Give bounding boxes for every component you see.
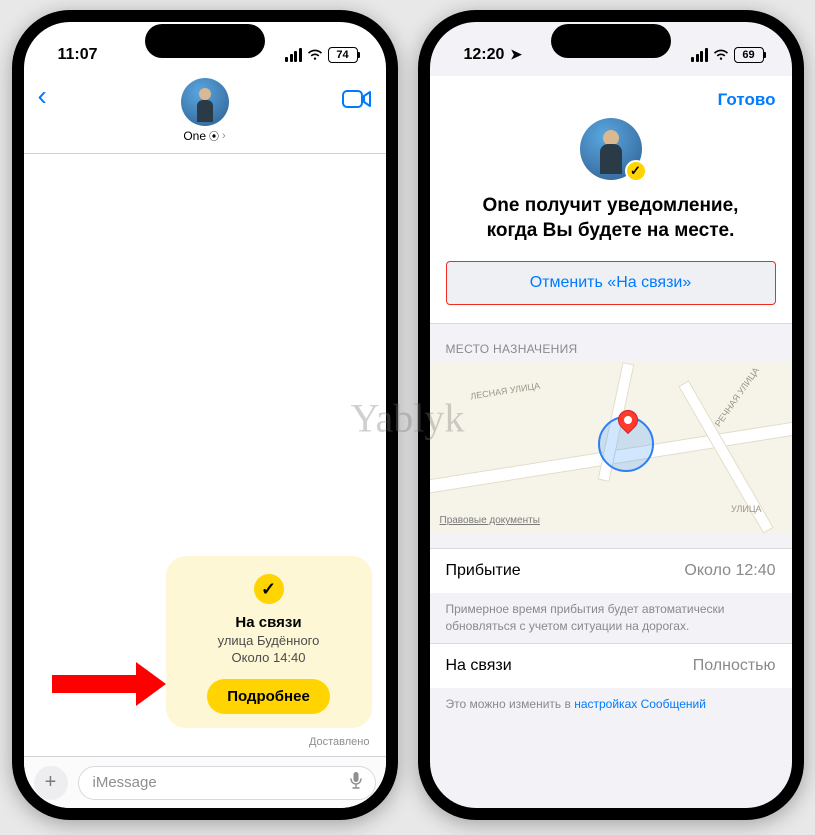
checkin-sheet-header: Готово ✓ One получит уведомление, когда … [430, 76, 792, 324]
input-placeholder: iMessage [93, 774, 157, 791]
battery-icon: 69 [734, 47, 764, 63]
checkin-card: ✓ На связи улица Будённого Около 14:40 П… [166, 556, 372, 728]
card-eta: Около 14:40 [232, 650, 306, 665]
phone-left: 11:07 74 ‹ One ⦿ › [12, 10, 398, 820]
chevron-right-icon: › [222, 130, 226, 142]
verified-icon: ⦿ [209, 128, 219, 143]
map-street-label: РЕЧНАЯ УЛИЦА [712, 366, 760, 429]
phone-right: 12:20 ➤ 69 Готово ✓ One получит уведомле… [418, 10, 804, 820]
arrival-value: Около 12:40 [684, 562, 775, 580]
battery-icon: 74 [328, 47, 358, 63]
chat-body: ✓ На связи улица Будённого Около 14:40 П… [24, 154, 386, 756]
cancel-checkin-button[interactable]: Отменить «На связи» [446, 261, 776, 305]
arrival-note: Примерное время прибытия будет автоматич… [430, 593, 792, 643]
map-legal-link[interactable]: Правовые документы [440, 515, 540, 526]
location-icon: ➤ [506, 46, 522, 62]
annotation-arrow [52, 662, 166, 706]
message-input[interactable]: iMessage [78, 766, 376, 800]
contact-header[interactable]: One ⦿ › [181, 78, 229, 143]
cellular-icon [285, 48, 302, 62]
cellular-icon [691, 48, 708, 62]
microphone-icon[interactable] [349, 771, 363, 794]
input-bar: + iMessage [24, 756, 386, 808]
arrival-label: Прибытие [446, 562, 521, 580]
status-time: 11:07 [58, 46, 98, 64]
headline: One получит уведомление, когда Вы будете… [446, 194, 776, 243]
avatar [181, 78, 229, 126]
checkin-mode-label: На связи [446, 657, 512, 675]
card-street: улица Будённого [218, 633, 320, 648]
delivered-label: Доставлено [309, 736, 370, 748]
checkmark-badge-icon: ✓ [625, 160, 647, 182]
status-time: 12:20 ➤ [464, 46, 523, 64]
facetime-button[interactable] [342, 88, 372, 115]
dynamic-island [551, 24, 671, 58]
details-button[interactable]: Подробнее [207, 679, 330, 714]
map-pin-icon [618, 410, 638, 430]
checkin-mode-value: Полностью [693, 657, 776, 675]
dynamic-island [145, 24, 265, 58]
destination-label: МЕСТО НАЗНАЧЕНИЯ [430, 324, 792, 362]
card-title: На связи [235, 614, 301, 631]
contact-name: One [183, 129, 206, 143]
messages-header: ‹ One ⦿ › [24, 76, 386, 154]
map-street-label: ЛЕСНАЯ УЛИЦА [469, 381, 540, 402]
arrival-cell[interactable]: Прибытие Около 12:40 [430, 548, 792, 593]
checkin-mode-cell[interactable]: На связи Полностью [430, 643, 792, 688]
checkmark-icon: ✓ [254, 574, 284, 604]
messages-settings-link[interactable]: настройках Сообщений [574, 697, 706, 711]
map-street-label: УЛИЦА [731, 504, 761, 514]
wifi-icon [307, 49, 323, 61]
plus-button[interactable]: + [34, 766, 68, 800]
back-button[interactable]: ‹ [38, 80, 68, 112]
checkin-note: Это можно изменить в настройках Сообщени… [430, 688, 792, 721]
done-button[interactable]: Готово [718, 90, 776, 110]
destination-map[interactable]: ЛЕСНАЯ УЛИЦА РЕЧНАЯ УЛИЦА УЛИЦА Правовые… [430, 362, 792, 534]
wifi-icon [713, 49, 729, 61]
